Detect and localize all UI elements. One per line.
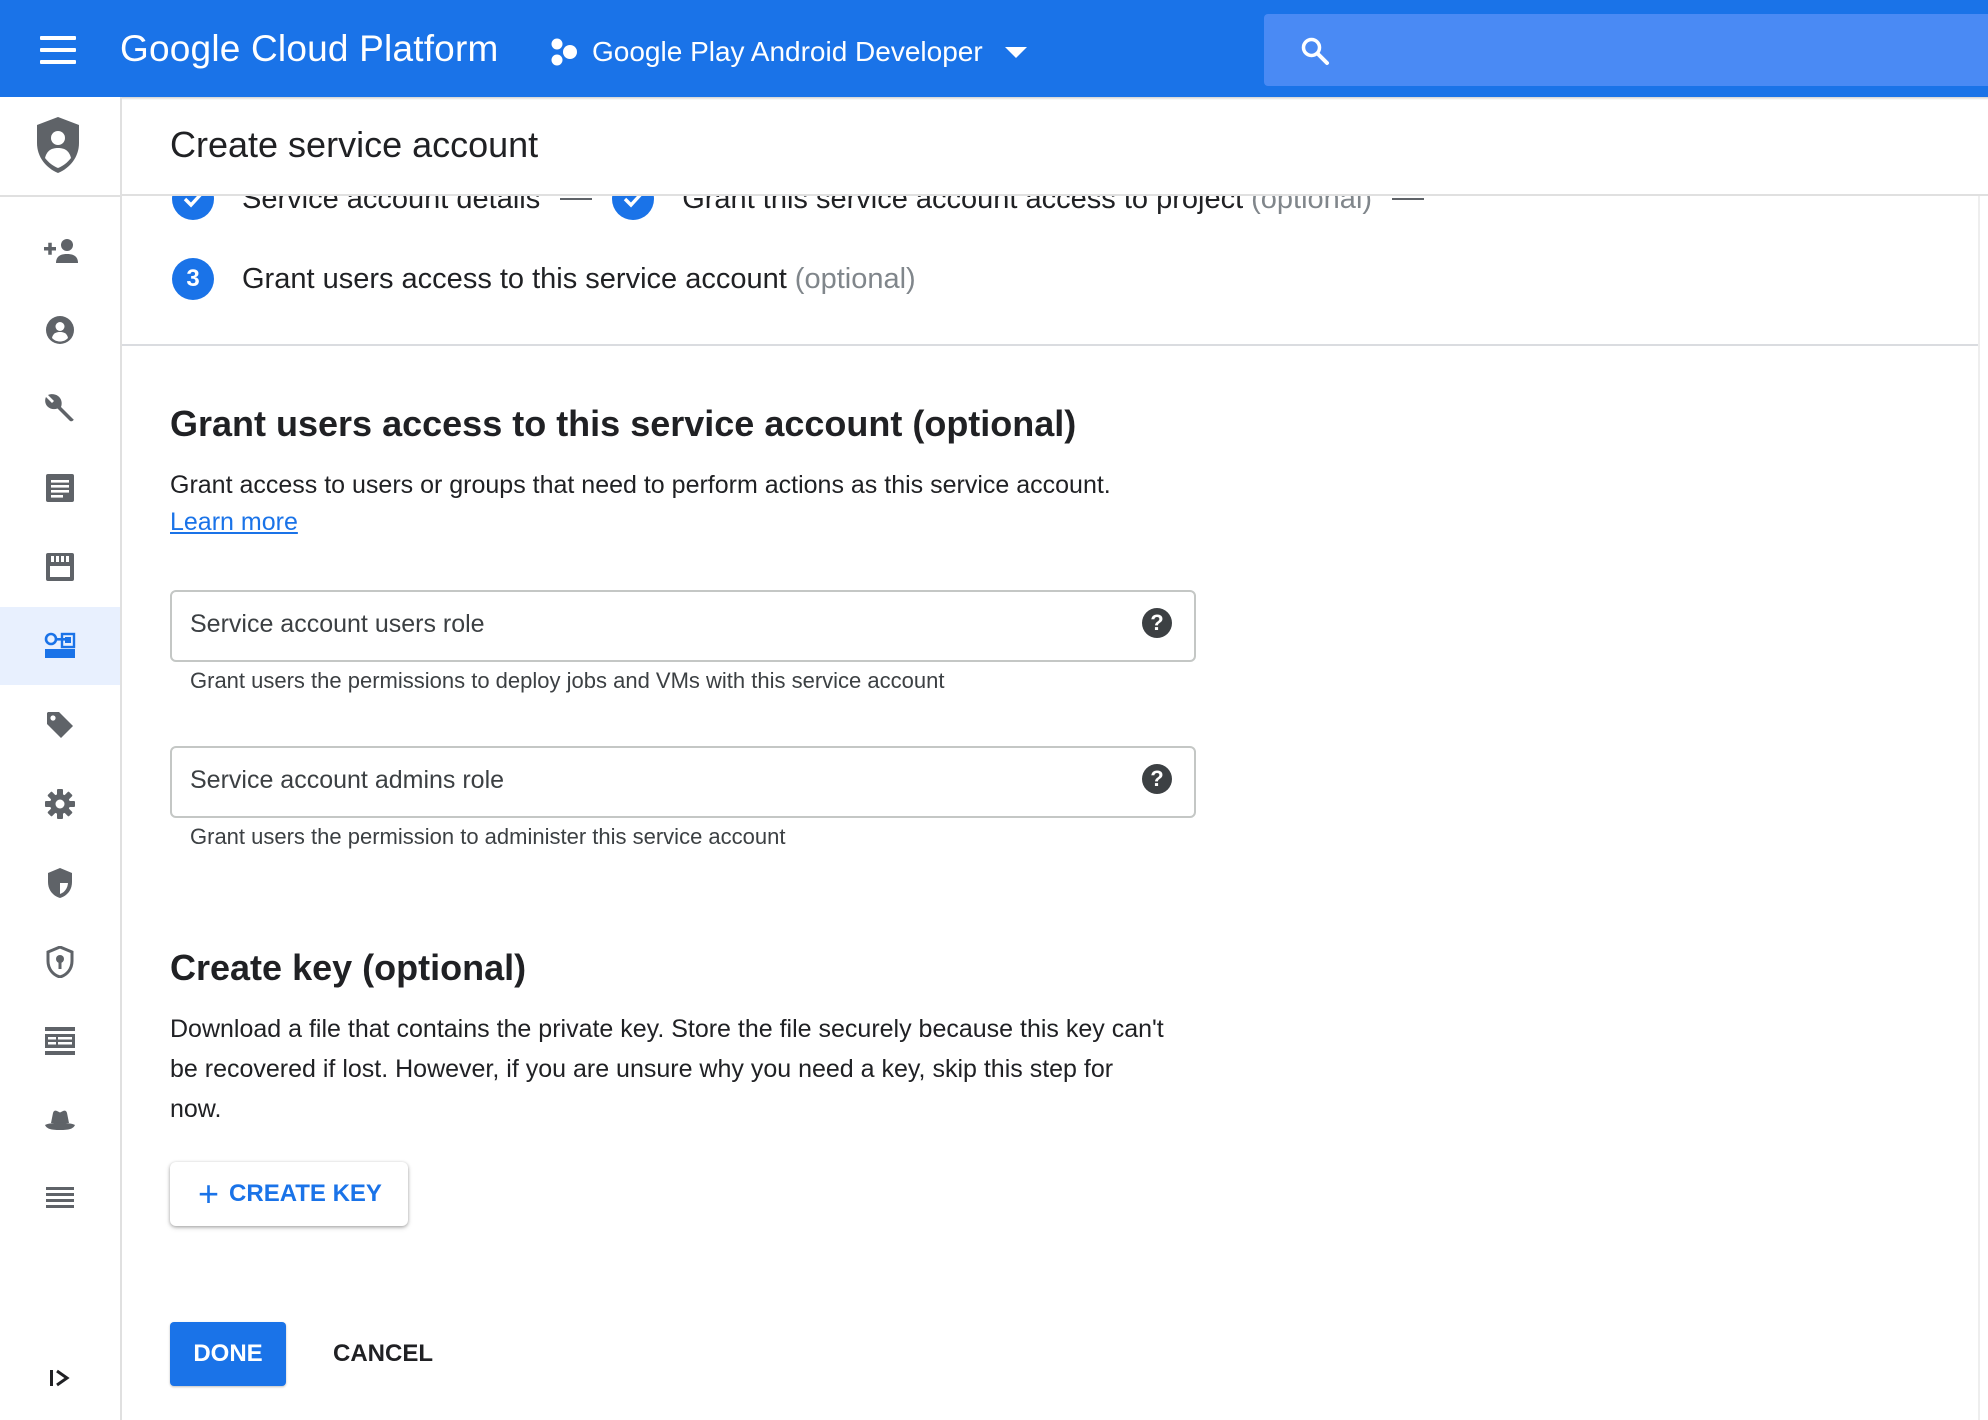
service-account-admins-role-field[interactable]: Service account admins role ? — [170, 746, 1196, 818]
add-member-icon[interactable] — [0, 212, 120, 290]
main-menu-icon[interactable] — [36, 30, 80, 70]
project-icon — [551, 38, 577, 66]
document-icon[interactable] — [0, 449, 120, 527]
completed-steps: Service account details Grant this servi… — [172, 196, 1444, 220]
project-selector[interactable]: Google Play Android Developer — [548, 32, 1027, 72]
step-2-optional: (optional) — [1251, 196, 1373, 215]
grant-users-heading: Grant users access to this service accou… — [170, 403, 1077, 444]
stacked-list-icon[interactable] — [0, 1160, 120, 1238]
search-icon — [1301, 37, 1329, 65]
current-step: 3 Grant users access to this service acc… — [172, 258, 916, 300]
expand-rail-icon[interactable] — [44, 1362, 76, 1394]
step-1-label[interactable]: Service account details — [242, 196, 540, 216]
step-connector — [560, 198, 593, 200]
search-input[interactable] — [1354, 26, 1958, 76]
storage-icon[interactable] — [0, 528, 120, 606]
check-circle-icon — [612, 196, 655, 220]
security-key-icon[interactable] — [0, 923, 120, 1001]
admins-role-hint: Grant users the permission to administer… — [190, 824, 786, 849]
users-role-label: Service account users role — [190, 610, 485, 638]
admins-role-label: Service account admins role — [190, 766, 505, 794]
right-panel-edge — [1978, 196, 1988, 1420]
chevron-down-icon — [1004, 46, 1027, 58]
hat-icon[interactable] — [0, 1081, 120, 1159]
search-bar[interactable] — [1264, 14, 1988, 86]
help-icon[interactable]: ? — [1142, 608, 1172, 638]
rail-header — [0, 97, 120, 197]
learn-more-link[interactable]: Learn more — [170, 508, 298, 537]
label-icon[interactable] — [0, 686, 120, 764]
grant-users-description: Grant access to users or groups that nee… — [170, 471, 1111, 499]
done-button[interactable]: DONE — [170, 1322, 286, 1386]
cancel-button[interactable]: CANCEL — [318, 1322, 448, 1386]
project-name: Google Play Android Developer — [592, 36, 983, 67]
shield-icon[interactable] — [0, 844, 120, 922]
settings-icon[interactable] — [0, 765, 120, 843]
service-account-users-role-field[interactable]: Service account users role ? — [170, 590, 1196, 662]
create-key-description: Download a file that contains the privat… — [170, 1015, 1164, 1123]
check-circle-icon — [172, 196, 214, 220]
step-3-optional: (optional) — [794, 262, 916, 295]
step-3-number: 3 — [172, 258, 214, 300]
wrench-icon[interactable] — [0, 370, 120, 448]
create-key-label: CREATE KEY — [229, 1180, 382, 1207]
left-nav-rail — [0, 97, 122, 1420]
service-accounts-icon[interactable] — [0, 607, 120, 685]
stepper: Service account details Grant this servi… — [122, 196, 1978, 346]
plus-icon: + — [198, 1173, 220, 1214]
list-view-icon[interactable] — [0, 1002, 120, 1080]
step-3-label[interactable]: Grant users access to this service accou… — [242, 263, 787, 296]
page-title: Create service account — [170, 124, 539, 165]
account-icon[interactable] — [0, 291, 120, 369]
step-connector — [1392, 198, 1425, 200]
users-role-hint: Grant users the permissions to deploy jo… — [190, 668, 945, 693]
top-app-bar: Google Cloud Platform Google Play Androi… — [0, 0, 1988, 97]
help-icon[interactable]: ? — [1142, 764, 1172, 794]
create-key-button[interactable]: + CREATE KEY — [170, 1162, 408, 1226]
create-key-heading: Create key (optional) — [170, 947, 527, 988]
step-2-label[interactable]: Grant this service account access to pro… — [682, 196, 1243, 216]
brand-title[interactable]: Google Cloud Platform — [120, 28, 499, 70]
page-header: Create service account — [122, 100, 1988, 196]
iam-shield-icon[interactable] — [33, 115, 83, 175]
